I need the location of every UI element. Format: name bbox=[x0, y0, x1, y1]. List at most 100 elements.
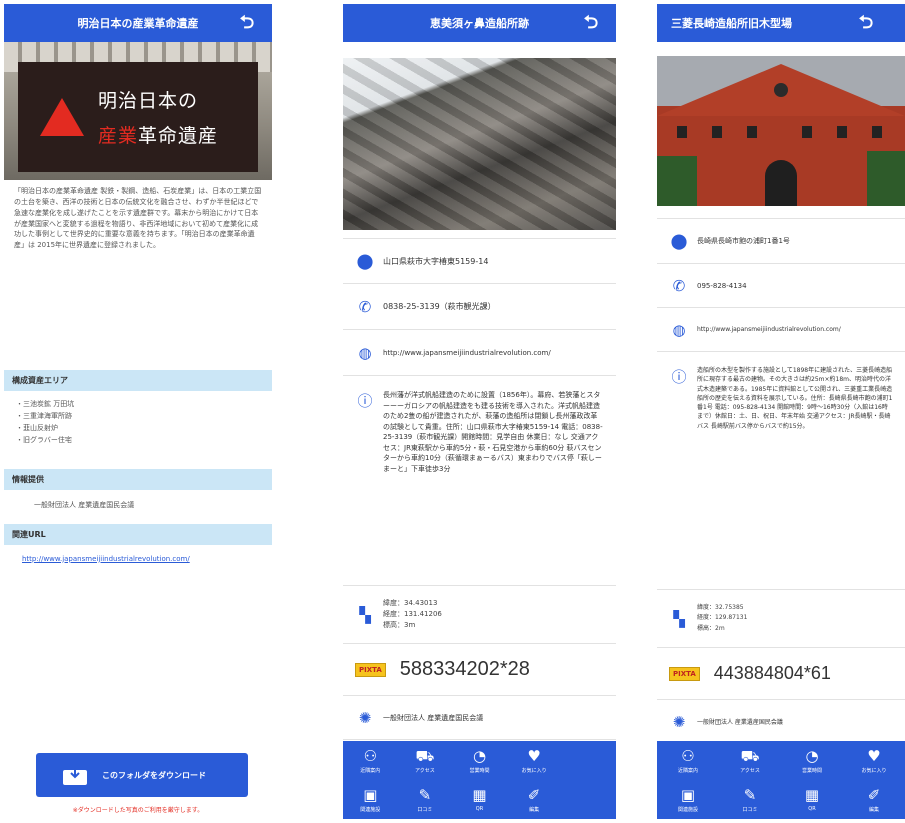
globe-icon: ◍ bbox=[358, 343, 372, 362]
nav-item-favorite[interactable]: ♥ お気に入り bbox=[507, 741, 562, 780]
hero-line-1: 明治日本の bbox=[98, 90, 199, 112]
clock-icon: ◔ bbox=[472, 746, 487, 765]
download-note: ※ダウンロードした写真のご利用を厳守します。 bbox=[72, 807, 204, 814]
location-pin-icon: ⬤ bbox=[670, 232, 688, 250]
nav-item-related[interactable]: ▣ 関連施設 bbox=[343, 780, 398, 819]
latitude: 緯度：34.43013 bbox=[383, 598, 438, 607]
download-label: このフォルダをダウンロード bbox=[102, 770, 206, 780]
longitude: 経度：131.41206 bbox=[383, 609, 442, 618]
coordinates-row: ▚ 緯度：32.75385 経度：129.87131 標高：2m bbox=[657, 590, 905, 648]
nav-label: アクセス bbox=[740, 767, 760, 774]
phone-row[interactable]: ✆ 095-828-4134 bbox=[657, 264, 905, 308]
nav-item-review[interactable]: ✎ 口コミ bbox=[719, 780, 781, 819]
address-row[interactable]: ⬤ 山口県萩市大字椿東5159-14 bbox=[343, 238, 616, 284]
site-photo bbox=[657, 56, 905, 206]
list-item: ・旧グラバー住宅 bbox=[16, 435, 72, 444]
nav-item-nearby[interactable]: ⚇ 近隣案内 bbox=[657, 741, 719, 780]
screen-overview: 明治日本の産業革命遺産 ⮌ 明治日本の 産業革命遺産 「明治日本の産業革命遺産 … bbox=[4, 4, 272, 819]
phone-icon: ✆ bbox=[672, 276, 686, 295]
edit-icon: ✐ bbox=[527, 785, 541, 804]
nav-item-access[interactable]: ⛟ アクセス bbox=[719, 741, 781, 780]
nav-item-review[interactable]: ✎ 口コミ bbox=[398, 780, 453, 819]
phone-text: 0838-25-3139（萩市観光課） bbox=[383, 302, 496, 311]
nav-label: QR bbox=[475, 806, 484, 812]
section-header-url: 関連URL bbox=[4, 523, 272, 545]
code-row: PIXTA 588334202*28 bbox=[343, 644, 616, 696]
code-value: 443884804*61 bbox=[713, 663, 831, 683]
org-row: ✺ 一般財団法人 産業遺産国民会議 bbox=[343, 696, 616, 740]
header-bar: 恵美須ヶ鼻造船所跡 ⮌ bbox=[343, 4, 616, 42]
person-card-icon: ▣ bbox=[363, 785, 378, 804]
url-text: http://www.japansmeijiindustrialrevoluti… bbox=[697, 326, 841, 333]
chat-icon: ✎ bbox=[743, 785, 757, 804]
list-item: ・三池炭鉱 万田坑 bbox=[16, 400, 75, 408]
people-icon: ⚇ bbox=[363, 746, 378, 765]
nav-item-nearby[interactable]: ⚇ 近隣案内 bbox=[343, 741, 398, 780]
qr-icon: ▦ bbox=[804, 786, 820, 804]
url-text: http://www.japansmeijiindustrialrevoluti… bbox=[383, 348, 551, 357]
nav-item-blank bbox=[561, 741, 616, 780]
address-text: 山口県萩市大字椿東5159-14 bbox=[383, 256, 489, 266]
nav-item-qr[interactable]: ▦ QR bbox=[781, 780, 843, 819]
download-icon bbox=[63, 766, 87, 785]
list-item: ・韮山反射炉 bbox=[16, 423, 58, 432]
org-text: 一般財団法人 産業遺産国民会議 bbox=[383, 713, 484, 722]
altitude: 標高：3m bbox=[383, 621, 416, 630]
hero-line-2: 革命遺産 bbox=[138, 125, 219, 147]
nav-item-edit[interactable]: ✐ 編集 bbox=[843, 780, 905, 819]
phone-text: 095-828-4134 bbox=[697, 281, 747, 290]
nav-item-hours[interactable]: ◔ 営業時間 bbox=[452, 741, 507, 780]
coordinates-row: ▚ 緯度：34.43013 経度：131.41206 標高：3m bbox=[343, 586, 616, 644]
car-icon: ⛟ bbox=[415, 746, 435, 765]
bottom-nav: ⚇ 近隣案内 ⛟ アクセス ◔ 営業時間 ♥ お気に入り ▣ 関連施設 ✎ 口コミ ▦ QR … bbox=[343, 741, 616, 819]
section-header-provider: 情報提供 bbox=[4, 468, 272, 490]
organization-icon: ✺ bbox=[358, 708, 372, 727]
nav-label: 近隣案内 bbox=[360, 767, 381, 774]
back-icon[interactable]: ⮌ bbox=[853, 10, 879, 36]
qr-icon: ▦ bbox=[472, 786, 487, 804]
nav-item-hours[interactable]: ◔ 営業時間 bbox=[781, 741, 843, 780]
list-item: ・三重津海軍所跡 bbox=[16, 411, 72, 420]
header-bar: 三菱長崎造船所旧木型場 ⮌ bbox=[657, 4, 905, 42]
address-text: 長崎県長崎市飽の浦町1番1号 bbox=[697, 237, 790, 245]
back-icon[interactable]: ⮌ bbox=[578, 10, 604, 36]
asset-list: ・三池炭鉱 万田坑 ・三重津海軍所跡 ・韮山反射炉 ・旧グラバー住宅 bbox=[4, 391, 272, 455]
people-icon: ⚇ bbox=[681, 746, 695, 765]
download-button[interactable]: このフォルダをダウンロード bbox=[36, 753, 248, 797]
altitude: 標高：2m bbox=[697, 624, 725, 632]
nav-item-favorite[interactable]: ♥ お気に入り bbox=[843, 741, 905, 780]
nav-label: 編集 bbox=[529, 806, 540, 813]
back-icon[interactable]: ⮌ bbox=[234, 10, 260, 36]
code-badge: PIXTA bbox=[669, 666, 700, 681]
nav-label: 関連施設 bbox=[360, 806, 381, 813]
bottom-nav: ⚇ 近隣案内 ⛟ アクセス ◔ 営業時間 ♥ お気に入り ▣ 関連施設 ✎ 口コミ ▦ QR … bbox=[657, 741, 905, 819]
nav-item-edit[interactable]: ✐ 編集 bbox=[507, 780, 562, 819]
nav-label: 編集 bbox=[868, 806, 879, 813]
nav-label: 営業時間 bbox=[801, 767, 822, 774]
related-url-link[interactable]: http://www.japansmeijiindustrialrevoluti… bbox=[4, 545, 272, 573]
info-icon: ⓘ bbox=[671, 368, 687, 386]
info-row: ⓘ 造船所の木型を製作する施設として1898年に建設された、三菱長崎造船所に現存… bbox=[657, 352, 905, 590]
nav-item-related[interactable]: ▣ 関連施設 bbox=[657, 780, 719, 819]
nav-label: 口コミ bbox=[742, 806, 758, 813]
org-text: 一般財団法人 産業遺産国民会議 bbox=[697, 719, 783, 726]
nav-label: お気に入り bbox=[521, 767, 547, 774]
heart-icon: ♥ bbox=[527, 746, 541, 765]
phone-row[interactable]: ✆ 0838-25-3139（萩市観光課） bbox=[343, 284, 616, 330]
nav-item-access[interactable]: ⛟ アクセス bbox=[398, 741, 453, 780]
address-row[interactable]: ⬤ 長崎県長崎市飽の浦町1番1号 bbox=[657, 218, 905, 264]
info-row: ⓘ 長州藩が洋式帆船建造のために設置（1856年）。幕府、若狭藩とスターーーガロ… bbox=[343, 376, 616, 586]
location-pin-icon: ⬤ bbox=[356, 252, 374, 270]
url-row[interactable]: ◍ http://www.japansmeijiindustrialrevolu… bbox=[343, 330, 616, 376]
person-card-icon: ▣ bbox=[680, 785, 696, 804]
hero-title-box: 明治日本の 産業革命遺産 bbox=[18, 62, 258, 172]
car-icon: ⛟ bbox=[740, 746, 760, 765]
clock-icon: ◔ bbox=[805, 746, 819, 765]
url-row[interactable]: ◍ http://www.japansmeijiindustrialrevolu… bbox=[657, 308, 905, 352]
code-row: PIXTA 443884804*61 bbox=[657, 648, 905, 700]
nav-label: 関連施設 bbox=[677, 806, 698, 813]
info-text: 造船所の木型を製作する施設として1898年に建設された、三菱長崎造船所に現存する… bbox=[697, 367, 893, 430]
nav-item-qr[interactable]: ▦ QR bbox=[452, 780, 507, 819]
nav-label: お気に入り bbox=[861, 767, 887, 774]
nav-label: 近隣案内 bbox=[677, 767, 698, 774]
